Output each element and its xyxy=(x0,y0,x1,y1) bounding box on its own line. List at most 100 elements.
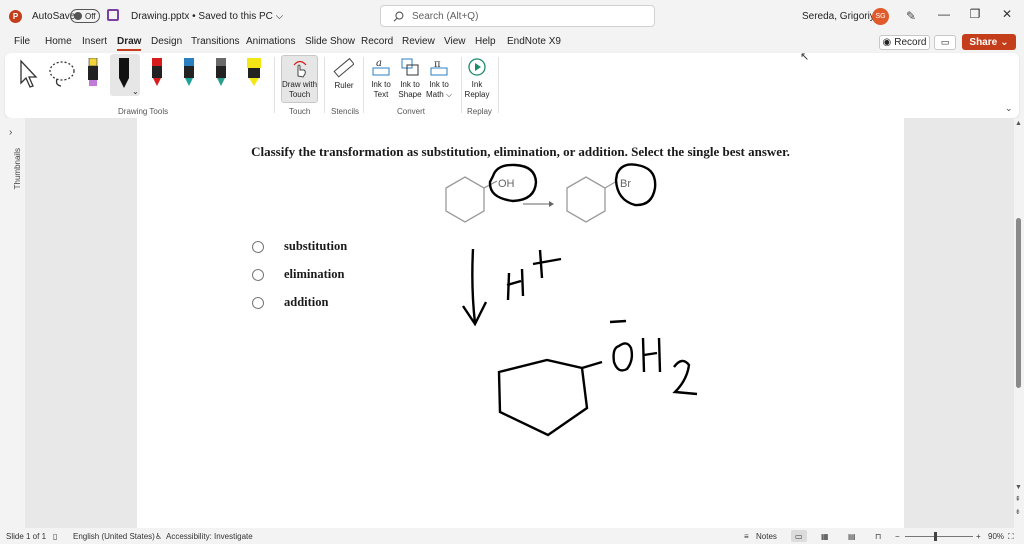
tab-home[interactable]: Home xyxy=(45,36,72,47)
search-placeholder: Search (Alt+Q) xyxy=(412,10,479,22)
ink-to-math-icon[interactable]: π xyxy=(429,57,449,77)
tab-help[interactable]: Help xyxy=(475,36,496,47)
zoom-level[interactable]: 90% xyxy=(988,532,1004,541)
vertical-scrollbar[interactable]: ▲ ▼ ⇞ ⇟ xyxy=(1014,118,1024,528)
ink-bond xyxy=(581,360,603,370)
highlighter-yellow-pen-icon[interactable] xyxy=(87,58,99,90)
zoom-in-icon[interactable]: + xyxy=(976,532,981,541)
avatar[interactable]: SG xyxy=(872,8,889,25)
pen-red-icon[interactable] xyxy=(151,58,163,90)
reading-view-icon[interactable]: ▤ xyxy=(848,532,856,541)
ink-to-shape-icon[interactable] xyxy=(400,57,420,77)
ink-to-math-label[interactable]: Ink to Math ⌵ xyxy=(422,80,456,100)
toggle-knob xyxy=(74,12,82,20)
mouse-cursor-icon: ↖ xyxy=(800,51,810,63)
comment-icon: ▭ xyxy=(940,37,950,47)
spelling-book-icon[interactable]: ▯ xyxy=(53,532,57,541)
slideshow-icon[interactable]: ⊓ xyxy=(875,532,881,541)
slide-sorter-icon[interactable]: ▦ xyxy=(821,532,829,541)
language[interactable]: English (United States) xyxy=(73,532,155,541)
ruler-label[interactable]: Ruler xyxy=(329,81,359,91)
tab-draw[interactable]: Draw xyxy=(117,36,142,51)
ink-h-letter-2 xyxy=(641,337,662,373)
ink-o-letter xyxy=(612,342,634,372)
separator xyxy=(274,57,275,113)
tab-slide-show[interactable]: Slide Show xyxy=(305,36,355,47)
scrollbar-thumb[interactable] xyxy=(1016,218,1021,388)
reactant-ring xyxy=(445,176,485,223)
record-button[interactable]: ◉ Record xyxy=(879,35,930,50)
zoom-out-icon[interactable]: − xyxy=(895,532,900,541)
tab-record[interactable]: Record xyxy=(361,36,393,47)
ink-subscript-2 xyxy=(672,359,698,396)
lasso-select-icon[interactable] xyxy=(47,59,77,89)
normal-view-icon[interactable]: ▭ xyxy=(795,532,803,541)
ruler-icon[interactable] xyxy=(332,57,354,79)
ink-replay-icon[interactable] xyxy=(467,57,487,77)
tab-view[interactable]: View xyxy=(444,36,466,47)
next-slide-icon[interactable]: ⇟ xyxy=(1015,508,1021,516)
pen-black-icon[interactable] xyxy=(118,58,130,90)
fit-slide-icon[interactable]: ⛶ xyxy=(1008,532,1014,542)
accessibility-status[interactable]: Accessibility: Investigate xyxy=(166,532,253,541)
notes-button[interactable]: Notes xyxy=(756,532,777,541)
designer-pen-icon[interactable]: ✎ xyxy=(906,9,916,23)
highlighter-yellow-icon[interactable] xyxy=(246,58,262,90)
slide-count: Slide 1 of 1 xyxy=(6,532,47,541)
ink-replay-label[interactable]: Ink Replay xyxy=(463,80,491,100)
autosave-toggle[interactable]: Off xyxy=(70,9,100,23)
tab-file[interactable]: File xyxy=(14,36,30,47)
record-dot-icon: ◉ xyxy=(882,37,892,48)
tab-design[interactable]: Design xyxy=(151,36,182,47)
reactant-group-label: OH xyxy=(498,178,515,190)
search-input[interactable]: Search (Alt+Q) xyxy=(380,5,655,27)
status-bar: Slide 1 of 1 ▯ English (United States) ♿… xyxy=(0,528,1024,544)
tab-transitions[interactable]: Transitions xyxy=(191,36,240,47)
ribbon-collapse-icon[interactable]: ⌄ xyxy=(1005,103,1013,114)
record-label: Record xyxy=(894,37,927,48)
slide-canvas[interactable]: Classify the transformation as substitut… xyxy=(137,118,904,528)
ink-to-text-icon[interactable]: a xyxy=(371,57,391,77)
zoom-slider-knob[interactable] xyxy=(934,532,937,541)
group-label-convert: Convert xyxy=(397,107,426,116)
save-icon[interactable] xyxy=(107,9,119,21)
restore-button[interactable]: ❐ xyxy=(965,7,985,21)
pencil-gray-icon[interactable] xyxy=(215,58,227,90)
pen-galaxy-icon[interactable] xyxy=(183,58,195,90)
document-title[interactable]: Drawing.pptx • Saved to this PC ⌵ xyxy=(131,11,283,22)
previous-slide-icon[interactable]: ⇞ xyxy=(1015,495,1021,503)
tab-animations[interactable]: Animations xyxy=(246,36,295,47)
product-group-label: Br xyxy=(620,178,631,190)
comments-button[interactable]: ▭ xyxy=(934,35,956,50)
minimize-button[interactable]: — xyxy=(934,7,954,21)
tab-endnote[interactable]: EndNote X9 xyxy=(507,36,561,47)
separator xyxy=(324,57,325,113)
slide-editor: Classify the transformation as substitut… xyxy=(25,118,1014,528)
ink-to-shape-label[interactable]: Ink to Shape xyxy=(395,80,425,100)
group-label-touch: Touch xyxy=(289,107,311,116)
tab-insert[interactable]: Insert xyxy=(82,36,107,47)
ink-to-text-label[interactable]: Ink to Text xyxy=(366,80,396,100)
group-label-drawing-tools: Drawing Tools xyxy=(118,107,169,116)
ribbon-tabs: File Home Insert Draw Design Transitions… xyxy=(0,33,1024,52)
close-button[interactable]: ✕ xyxy=(997,7,1017,21)
reaction-diagram: OH Br xyxy=(445,163,698,437)
share-button[interactable]: Share ⌄ xyxy=(962,34,1016,50)
ink-cyclohexane xyxy=(497,358,589,437)
thumbnails-label[interactable]: Thumbnails xyxy=(13,148,22,189)
scroll-down-icon[interactable]: ▼ xyxy=(1015,484,1022,491)
pen-options-chevron-icon[interactable]: ⌄ xyxy=(132,87,139,96)
powerpoint-icon: P xyxy=(9,10,22,23)
svg-text:a: a xyxy=(376,58,382,69)
separator xyxy=(363,57,364,113)
product-ring xyxy=(566,176,606,223)
chevron-down-icon: ⌄ xyxy=(1000,36,1009,48)
ink-down-arrow xyxy=(471,248,477,324)
zoom-slider[interactable] xyxy=(905,536,973,537)
tab-review[interactable]: Review xyxy=(402,36,435,47)
select-tool-icon[interactable] xyxy=(18,59,40,89)
scroll-up-icon[interactable]: ▲ xyxy=(1015,120,1022,127)
expand-thumbnails-icon[interactable]: › xyxy=(9,127,12,138)
touch-hand-icon xyxy=(293,60,307,78)
draw-with-touch-button[interactable]: Draw with Touch xyxy=(281,55,318,103)
